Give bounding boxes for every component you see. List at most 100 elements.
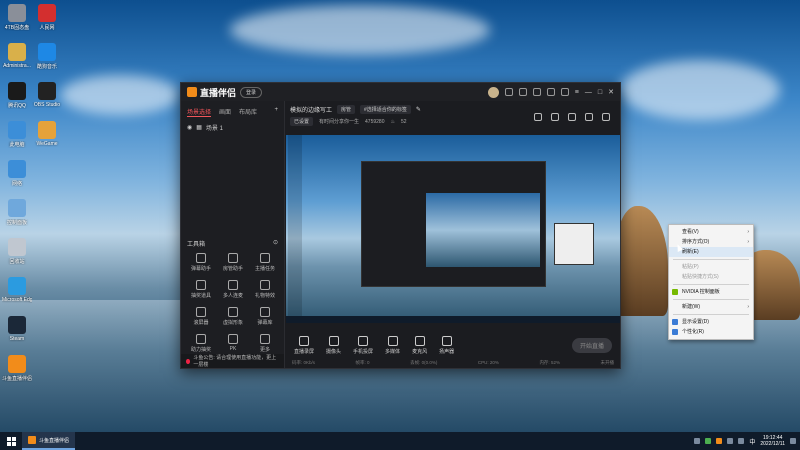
clock[interactable]: 19:12:44 2022/12/11 <box>760 435 785 447</box>
minimize-icon[interactable]: — <box>585 89 592 96</box>
desktop-icon[interactable]: OBS Studio <box>32 82 62 108</box>
live-companion-window: 直播伴侣 登录 ≡ — □ ✕ 场景选择 画面 布局库 + ◉ ▦ 场景 1 工具箱 … <box>180 82 621 369</box>
desktop-icon[interactable]: 回收站 <box>2 238 32 265</box>
tool-item[interactable]: 助力抽奖 <box>185 334 217 353</box>
desktop-icon[interactable]: Microsoft Edge <box>2 277 32 303</box>
source-button[interactable]: 扬声器 <box>439 336 454 355</box>
nested-context-menu <box>554 223 594 265</box>
desktop-icon[interactable]: 酷狗音乐 <box>32 43 62 70</box>
tool-item[interactable]: 弹幕库 <box>249 307 281 326</box>
desktop-icon[interactable]: 人民网 <box>32 4 62 31</box>
room-chip[interactable]: #选择适合你的标签 <box>360 105 411 114</box>
notification-icon[interactable] <box>790 438 796 444</box>
tool-item[interactable]: 主播任务 <box>249 253 281 272</box>
volume-icon[interactable] <box>738 438 745 444</box>
tool-item[interactable]: 房管助手 <box>217 253 249 272</box>
room-title[interactable]: 模拟的边缘写工 <box>290 105 332 114</box>
share-icon[interactable] <box>602 113 610 121</box>
tool-item[interactable]: 抽奖道具 <box>185 280 217 299</box>
clock-date: 2022/12/11 <box>760 441 785 447</box>
close-icon[interactable]: ✕ <box>608 88 614 96</box>
menu-icon[interactable]: ≡ <box>575 89 579 96</box>
context-menu-item[interactable]: 个性化(R) <box>669 327 753 337</box>
start-live-button[interactable]: 开始直播 <box>571 338 612 353</box>
context-menu-item[interactable]: NVIDIA 控制面板 <box>669 287 753 297</box>
live-preview[interactable] <box>286 135 620 323</box>
network-icon[interactable] <box>727 438 734 444</box>
maximize-icon[interactable]: □ <box>598 89 602 96</box>
add-scene-icon[interactable]: + <box>274 107 278 117</box>
desktop-icon[interactable]: 控制面板 <box>2 199 32 226</box>
desktop-app-icon <box>8 82 26 100</box>
desktop-context-menu: 查看(V) › 排序方式(O) › 刷新(E) 粘贴(P) 粘贴快捷方式(S) NVIDIA … <box>668 224 754 340</box>
screen-icon[interactable] <box>568 113 576 121</box>
desktop-icon[interactable]: 腾讯QQ <box>2 82 32 109</box>
tray-icon[interactable] <box>716 438 723 444</box>
tab-0[interactable]: 场景选择 <box>187 107 212 117</box>
tool-item[interactable]: 多人连麦 <box>217 280 249 299</box>
desktop-app-icon <box>8 355 26 373</box>
desktop-icon[interactable]: WeGame <box>32 121 62 147</box>
desktop-icon[interactable]: 4TB固态盘 <box>2 4 32 31</box>
menu-item-label: 粘贴快捷方式(S) <box>682 274 719 280</box>
tool-item[interactable]: 更多 <box>249 334 281 353</box>
edit-icon[interactable]: ✎ <box>416 106 421 113</box>
desktop-icon[interactable]: 网络 <box>2 160 32 187</box>
tool-label: 弹幕库 <box>257 320 273 326</box>
tool-item[interactable]: PK <box>217 334 249 353</box>
desktop-icon[interactable]: 斗鱼直播伴侣 <box>2 355 32 382</box>
bell-icon[interactable] <box>585 113 593 121</box>
gift-icon[interactable] <box>518 88 527 96</box>
source-button[interactable]: 多媒体 <box>385 336 400 355</box>
desktop-icon[interactable]: Administra... <box>2 43 32 69</box>
tool-item[interactable]: 弹幕助手 <box>185 253 217 272</box>
source-button[interactable]: 摄像头 <box>326 336 341 355</box>
tab-2[interactable]: 布局库 <box>239 107 257 117</box>
menu-separator <box>673 299 749 300</box>
login-pill[interactable]: 登录 <box>240 86 263 98</box>
ime-icon[interactable]: 中 <box>749 437 755 446</box>
source-button[interactable]: 直播录屏 <box>294 336 314 355</box>
gear-icon[interactable] <box>560 88 569 96</box>
tool-item[interactable]: 礼物特效 <box>249 280 281 299</box>
tool-item[interactable]: 滚屏器 <box>185 307 217 326</box>
shirt-icon[interactable] <box>546 88 555 96</box>
headset-icon[interactable] <box>504 88 513 96</box>
taskbar-app[interactable]: 斗鱼直播伴侣 <box>22 432 76 450</box>
room-id: 4759280 <box>365 118 385 125</box>
context-menu-item[interactable]: 新建(W) › <box>669 302 753 312</box>
desktop-app-icon <box>8 160 26 178</box>
source-label: 手机投屏 <box>353 349 374 355</box>
room-chip[interactable]: 房管 <box>337 105 356 114</box>
notice-bar[interactable]: 斗鱼公告: 请合理使用直播功能，更上一层楼 <box>181 354 284 368</box>
context-menu-item[interactable]: 查看(V) › <box>669 227 753 237</box>
scene-item[interactable]: ◉ ▦ 场景 1 <box>181 119 284 136</box>
start-button[interactable] <box>0 432 22 450</box>
source-icon <box>441 336 452 346</box>
room-announcement[interactable]: 有时间分享你一生 <box>319 118 359 125</box>
tray-icon[interactable] <box>705 438 712 444</box>
notice-text: 斗鱼公告: 请合理使用直播功能，更上一层楼 <box>193 355 277 368</box>
tool-label: 抽奖道具 <box>190 293 211 299</box>
desktop-icon[interactable]: 此电脑 <box>2 121 32 148</box>
avatar[interactable] <box>487 86 499 98</box>
tool-label: PK <box>229 346 237 352</box>
eye-icon[interactable]: ◉ <box>187 124 192 131</box>
room-status[interactable]: 已设置 <box>290 117 314 126</box>
toolbox-settings-icon[interactable]: ⊙ <box>273 239 278 248</box>
tool-icon <box>260 280 270 290</box>
tool-icon <box>196 307 206 317</box>
source-button[interactable]: 手机投屏 <box>353 336 373 355</box>
source-button[interactable]: 麦克风 <box>412 336 427 355</box>
message-icon[interactable] <box>532 88 541 96</box>
context-menu-item[interactable]: 显示设置(D) <box>669 317 753 327</box>
gift-box-icon[interactable] <box>534 113 542 121</box>
tray-icon[interactable] <box>694 438 701 444</box>
title-bar[interactable]: 直播伴侣 登录 ≡ — □ ✕ <box>181 83 620 101</box>
desktop-icon[interactable]: Steam <box>2 316 32 342</box>
lock-icon[interactable] <box>551 113 559 121</box>
desktop-app-icon <box>8 238 26 256</box>
main-toolbar <box>534 113 610 121</box>
tab-1[interactable]: 画面 <box>219 107 231 117</box>
tool-item[interactable]: 虚拟形象 <box>217 307 249 326</box>
